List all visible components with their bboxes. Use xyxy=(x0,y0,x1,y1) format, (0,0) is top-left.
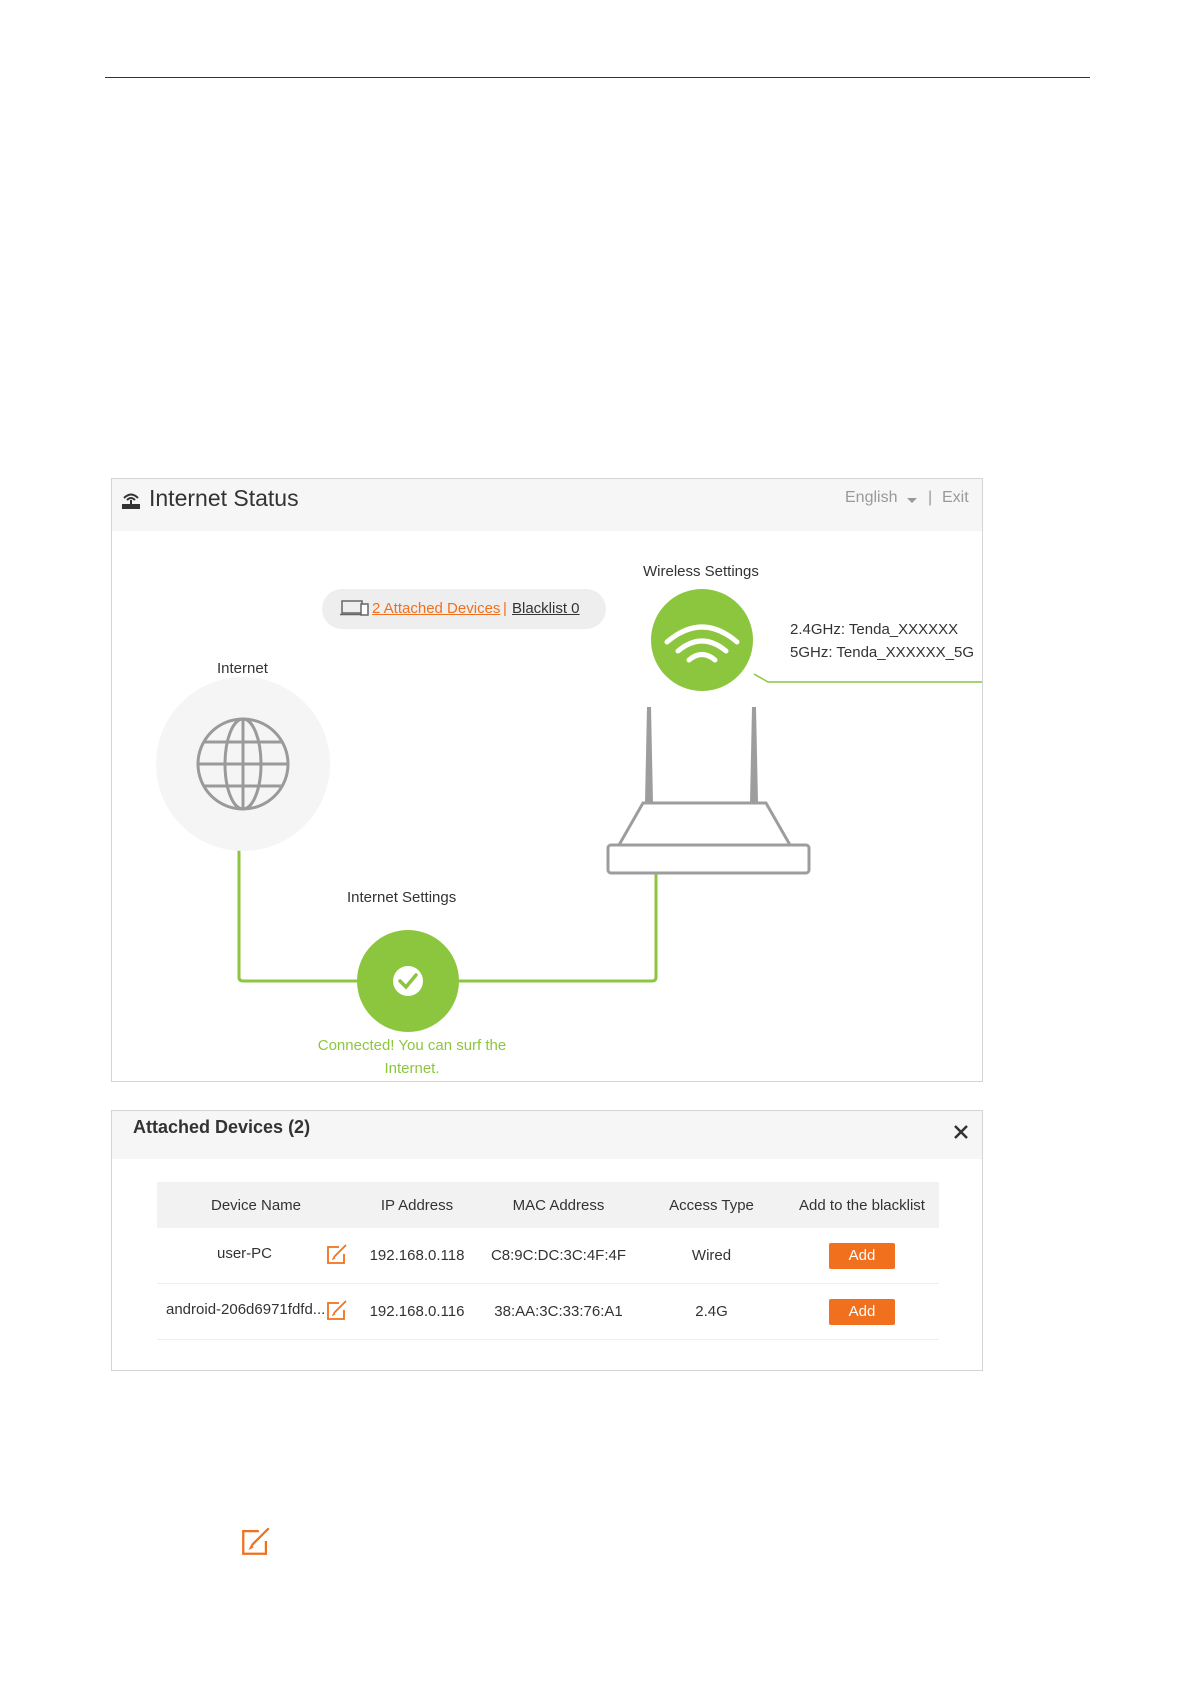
top-rule xyxy=(105,77,1090,78)
router-device-icon xyxy=(606,707,811,875)
ssid-2g: 2.4GHz: Tenda_XXXXXX xyxy=(790,621,959,638)
network-diagram xyxy=(156,589,982,1032)
internet-status-panel: Internet Status English | Exit 2 Attache… xyxy=(111,478,983,1082)
access-type-cell: Wired xyxy=(638,1228,785,1284)
device-name: user-PC xyxy=(217,1245,273,1262)
col-access-type: Access Type xyxy=(638,1182,785,1228)
mac-cell: C8:9C:DC:3C:4F:4F xyxy=(479,1228,638,1284)
blacklist-cell: Add xyxy=(785,1228,939,1284)
connection-status-text: Connected! You can surf the Internet. xyxy=(317,1037,507,1077)
close-icon[interactable] xyxy=(950,1121,972,1143)
table-header-row: Device Name IP Address MAC Address Acces… xyxy=(157,1182,939,1228)
table-row: android-206d6971fdfd... 192.168.0.116 38… xyxy=(157,1283,939,1340)
mac-cell: 38:AA:3C:33:76:A1 xyxy=(479,1283,638,1340)
edit-icon[interactable] xyxy=(325,1298,349,1322)
attached-devices-panel: Attached Devices (2) Device Name IP Addr… xyxy=(111,1110,983,1371)
globe-icon xyxy=(196,717,290,811)
ip-cell: 192.168.0.118 xyxy=(355,1228,479,1284)
internet-label: Internet xyxy=(217,660,268,677)
col-device-name: Device Name xyxy=(157,1182,355,1228)
device-name-cell: user-PC xyxy=(157,1228,355,1284)
add-to-blacklist-button[interactable]: Add xyxy=(829,1242,895,1269)
pill-separator: | xyxy=(503,600,507,617)
blacklist-link[interactable]: Blacklist 0 xyxy=(512,600,580,617)
col-ip-address: IP Address xyxy=(355,1182,479,1228)
edit-icon xyxy=(242,1527,270,1555)
table-row: user-PC 192.168.0.118 C8:9C:DC:3C:4F:4F … xyxy=(157,1228,939,1284)
col-blacklist: Add to the blacklist xyxy=(785,1182,939,1228)
devices-header: Attached Devices (2) xyxy=(112,1111,982,1159)
wireless-settings-label: Wireless Settings xyxy=(643,563,759,580)
ssid-5g: 5GHz: Tenda_XXXXXX_5G xyxy=(790,644,974,661)
check-circle-icon xyxy=(393,966,423,996)
add-to-blacklist-button[interactable]: Add xyxy=(829,1298,895,1325)
blacklist-cell: Add xyxy=(785,1283,939,1340)
devices-table: Device Name IP Address MAC Address Acces… xyxy=(157,1182,939,1340)
device-name-cell: android-206d6971fdfd... xyxy=(157,1283,355,1340)
wireless-line xyxy=(753,673,982,683)
attached-devices-link[interactable]: 2 Attached Devices xyxy=(372,600,500,617)
attached-devices-pill: 2 Attached Devices | Blacklist 0 xyxy=(322,589,606,629)
edit-icon[interactable] xyxy=(325,1242,349,1266)
devices-title: Attached Devices (2) xyxy=(133,1117,311,1137)
devices-icon xyxy=(340,600,369,616)
ip-cell: 192.168.0.116 xyxy=(355,1283,479,1340)
col-mac-address: MAC Address xyxy=(479,1182,638,1228)
device-name: android-206d6971fdfd... xyxy=(166,1301,326,1318)
access-type-cell: 2.4G xyxy=(638,1283,785,1340)
internet-settings-label: Internet Settings xyxy=(347,889,457,906)
